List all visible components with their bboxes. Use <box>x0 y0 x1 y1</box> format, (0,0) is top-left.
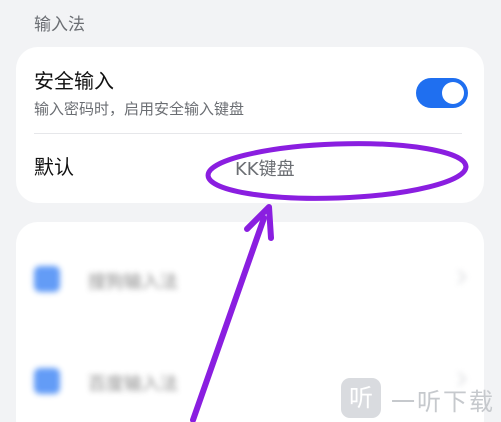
watermark-logo-glyph: 听 <box>349 384 373 412</box>
secure-input-subtitle: 输入密码时，启用安全输入键盘 <box>34 100 245 118</box>
input-settings-card: 安全输入 输入密码时，启用安全输入键盘 默认 KK键盘 <box>16 47 484 203</box>
watermark-logo-icon: 听 <box>341 378 381 418</box>
default-keyboard-row[interactable]: 默认 KK键盘 <box>16 134 484 203</box>
input-method-label: 百度输入法 <box>88 374 178 395</box>
checkbox-icon <box>34 368 60 394</box>
toggle-knob <box>442 82 464 104</box>
watermark-text: 一听下载 <box>391 388 495 416</box>
default-keyboard-label: 默认 <box>34 155 74 179</box>
chevron-right-icon <box>458 270 466 284</box>
secure-input-title: 安全输入 <box>34 69 114 93</box>
input-method-label: 搜狗输入法 <box>88 272 178 293</box>
watermark: 听 一听下载 <box>341 378 501 418</box>
default-keyboard-value: KK键盘 <box>235 159 295 180</box>
settings-page: 输入法 安全输入 输入密码时，启用安全输入键盘 默认 KK键盘 搜狗输入法 百度… <box>0 0 501 422</box>
secure-input-toggle[interactable] <box>416 78 468 108</box>
section-title: 输入法 <box>34 15 85 35</box>
checkbox-icon <box>34 266 60 292</box>
chevron-right-icon <box>461 160 469 174</box>
input-method-item[interactable]: 搜狗输入法 <box>16 248 484 308</box>
